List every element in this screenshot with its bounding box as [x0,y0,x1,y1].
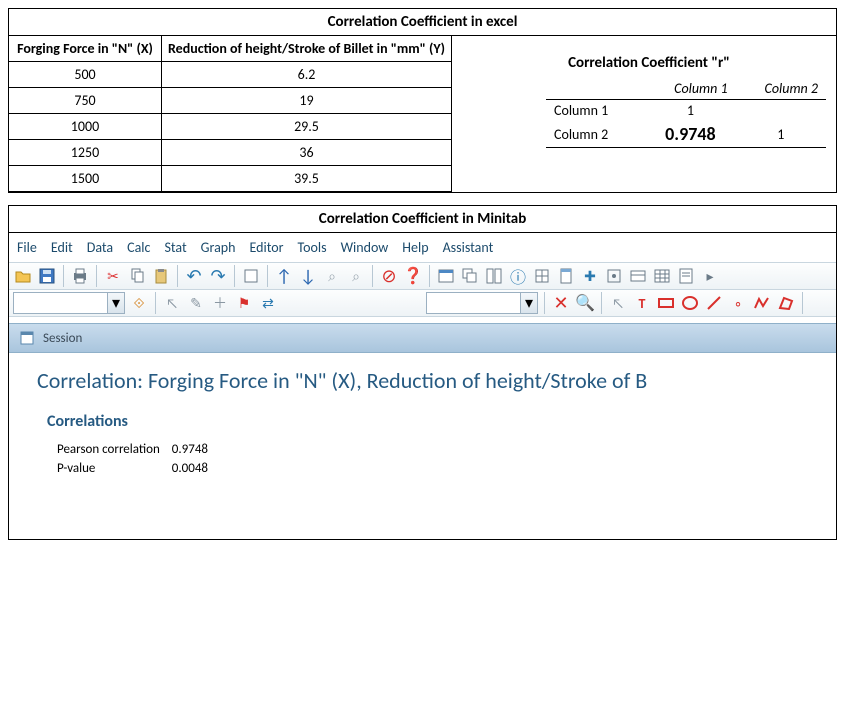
menu-stat[interactable]: Stat [164,239,186,256]
print-icon[interactable] [70,266,90,286]
flag-icon[interactable]: ⚑ [234,293,254,313]
delete-icon[interactable]: ✕ [551,293,571,313]
session-body: Correlation: Forging Force in "N" (X), R… [9,353,836,539]
matrix-r22: 1 [736,121,826,148]
chevron-down-icon[interactable]: ▾ [520,293,537,313]
zoom-icon[interactable]: 🔍 [575,293,595,313]
correlation-matrix: Column 1 Column 2 Column 1 1 Column 2 0.… [546,78,826,148]
new-project-icon[interactable] [241,266,261,286]
matrix-r12 [736,100,826,122]
paste-icon[interactable] [151,266,171,286]
cut-icon[interactable]: ✂ [103,266,123,286]
grid-icon[interactable] [652,266,672,286]
minitab-title: Correlation Coefficient in Minitab [9,206,836,233]
menu-assistant[interactable]: Assistant [443,239,494,256]
tile-icon[interactable] [484,266,504,286]
text-tool-icon[interactable]: T [632,293,652,313]
arrow-down-icon[interactable]: ↓ [298,266,318,286]
rectangle-tool-icon[interactable] [656,293,676,313]
save-icon[interactable] [37,266,57,286]
pearson-label: Pearson correlation [57,441,170,458]
find-prev-icon[interactable]: ⌕ [322,266,342,286]
notepad-icon[interactable] [556,266,576,286]
toolbar-secondary: ▾ ⟐ ↖ ✎ ＋ ⚑ ⇄ ▾ ✕ 🔍 ↖ T ∘ [9,290,836,317]
pvalue-label: P-value [57,460,170,477]
polyline-tool-icon[interactable] [752,293,772,313]
session-label: Session [43,331,82,346]
show-worksheets-icon[interactable] [532,266,552,286]
show-session-icon[interactable] [436,266,456,286]
find-next-icon[interactable]: ⌕ [346,266,366,286]
pointer-icon[interactable]: ↖ [162,293,182,313]
menu-help[interactable]: Help [402,239,428,256]
undo-icon[interactable]: ↶ [184,266,204,286]
menu-file[interactable]: File [17,239,37,256]
open-icon[interactable] [13,266,33,286]
report-icon[interactable] [676,266,696,286]
ellipse-tool-icon[interactable] [680,293,700,313]
menu-data[interactable]: Data [87,239,113,256]
arrow-up-icon[interactable]: ↑ [274,266,294,286]
table-row: 100029.5 [9,114,451,140]
help-icon[interactable]: ❓ [403,266,423,286]
layout-icon[interactable] [628,266,648,286]
excel-panel: Correlation Coefficient in excel Forging… [8,8,837,193]
matrix-col1-hdr: Column 1 [645,78,735,100]
polygon-tool-icon[interactable] [776,293,796,313]
chevron-down-icon[interactable]: ▾ [107,293,124,313]
menu-calc[interactable]: Calc [127,239,150,256]
brush-icon[interactable]: ⟐ [129,293,149,313]
toolbar-primary: ✂ ↶ ↷ ↑ ↓ ⌕ ⌕ ⊘ ❓ ⓘ ✚ [9,262,836,290]
col-y-header: Reduction of height/Stroke of Billet in … [162,36,452,62]
model-dropdown[interactable]: ▾ [426,292,538,314]
marker-tool-icon[interactable]: ∘ [728,293,748,313]
redo-icon[interactable]: ↷ [208,266,228,286]
menu-editor[interactable]: Editor [250,239,284,256]
line-tool-icon[interactable] [704,293,724,313]
swap-icon[interactable]: ⇄ [258,293,278,313]
matrix-row2-lbl: Column 2 [546,121,645,148]
session-header: Session [9,323,836,353]
cancel-icon[interactable]: ⊘ [379,266,399,286]
matrix-col2-hdr: Column 2 [736,78,826,100]
variable-dropdown[interactable]: ▾ [13,292,125,314]
info-icon[interactable]: ⓘ [508,266,528,286]
minitab-panel: Correlation Coefficient in Minitab File … [8,205,837,540]
matrix-r11: 1 [645,100,735,122]
excel-title: Correlation Coefficient in excel [9,9,836,36]
pearson-value: 0.9748 [172,441,218,458]
select-icon[interactable]: ↖ [608,293,628,313]
menu-graph[interactable]: Graph [201,239,236,256]
data-table: Forging Force in "N" (X) Reduction of he… [9,36,452,192]
table-row: 5006.2 [9,62,451,88]
matrix-r21: 0.9748 [645,121,735,148]
table-row: 75019 [9,88,451,114]
col-x-header: Forging Force in "N" (X) [9,36,162,62]
matrix-row1-lbl: Column 1 [546,100,645,122]
pen-icon[interactable]: ✎ [186,293,206,313]
stats-table: Pearson correlation 0.9748 P-value 0.004… [55,439,220,479]
menu-edit[interactable]: Edit [51,239,73,256]
table-row: 125036 [9,140,451,166]
table-row: 150039.5 [9,166,451,192]
menu-window[interactable]: Window [341,239,389,256]
add-icon[interactable]: ✚ [580,266,600,286]
options-icon[interactable] [604,266,624,286]
menubar: File Edit Data Calc Stat Graph Editor To… [9,233,836,262]
pvalue-value: 0.0048 [172,460,218,477]
correlations-heading: Correlations [47,412,816,431]
session-icon [17,328,37,348]
more-icon[interactable]: ▸ [700,266,720,286]
crosshair-icon[interactable]: ＋ [210,293,230,313]
r-title: Correlation Coefficient "r" [472,54,826,72]
copy-icon[interactable] [127,266,147,286]
menu-tools[interactable]: Tools [298,239,327,256]
cascade-icon[interactable] [460,266,480,286]
analysis-title: Correlation: Forging Force in "N" (X), R… [37,367,816,394]
